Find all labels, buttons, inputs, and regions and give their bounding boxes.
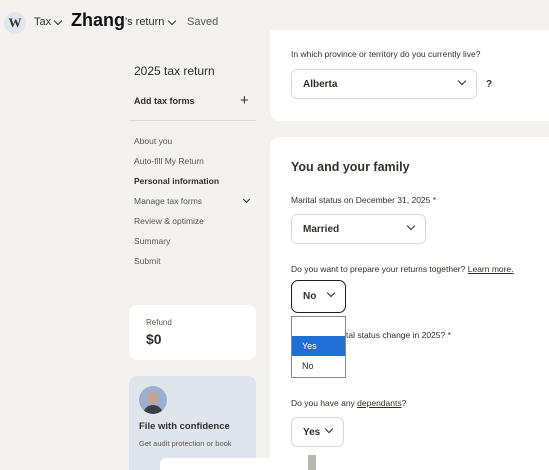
add-tax-forms-label[interactable]: Add tax forms <box>134 96 195 106</box>
tax-menu-label: Tax <box>34 16 52 28</box>
dependants-select[interactable]: Yes <box>291 417 344 447</box>
plus-icon[interactable]: + <box>240 92 249 109</box>
chevron-down-icon <box>326 288 336 298</box>
tax-menu[interactable]: Tax <box>34 16 63 28</box>
divider <box>129 120 256 121</box>
province-card: In which province or territory do you cu… <box>270 30 549 121</box>
chevron-down-icon <box>168 16 177 25</box>
sidebar-item-label: Submit <box>134 256 161 266</box>
sidebar-item-review-optimize[interactable]: Review & optimize <box>134 211 256 231</box>
prepare-together-options: Yes No <box>291 316 346 378</box>
province-question: In which province or territory do you cu… <box>291 49 481 59</box>
sidebar-item-auto-fill[interactable]: Auto-fill My Return <box>134 151 256 171</box>
sidebar-item-summary[interactable]: Summary <box>134 231 256 251</box>
sidebar-item-label: About you <box>134 136 173 146</box>
refund-value: $0 <box>146 331 162 347</box>
bottom-bar <box>160 458 305 470</box>
question-text: ? <box>401 398 407 408</box>
refund-label: Refund <box>146 318 172 327</box>
scrollbar[interactable] <box>308 455 316 470</box>
confidence-text: Get audit protection or book <box>139 439 232 448</box>
question-text: Do you want to prepare your returns toge… <box>291 264 466 274</box>
sidebar-item-label: Summary <box>134 236 171 246</box>
marital-status-select[interactable]: Married <box>291 214 426 244</box>
option-no[interactable]: No <box>292 356 345 376</box>
confidence-card[interactable]: File with confidence Get audit protectio… <box>129 376 256 470</box>
confidence-title: File with confidence <box>139 421 230 432</box>
wealthsimple-logo[interactable]: W <box>4 12 26 34</box>
family-card: You and your family Marital status on De… <box>270 137 549 470</box>
marital-status-value: Married <box>303 223 340 235</box>
avatar <box>139 386 167 414</box>
sidebar-item-about-you[interactable]: About you <box>134 131 256 151</box>
refund-card: Refund $0 <box>129 305 256 360</box>
sidebar-title: 2025 tax return <box>134 64 215 78</box>
status-change-question: tal status change in 2025? * <box>346 330 451 340</box>
province-select[interactable]: Alberta <box>291 69 477 99</box>
dependants-question: Do you have any dependants? <box>291 398 406 408</box>
dependants-value: Yes <box>303 426 321 438</box>
chevron-down-icon <box>406 221 416 231</box>
marital-status-question: Marital status on December 31, 2025 * <box>291 195 437 205</box>
save-status: Saved <box>187 16 219 28</box>
chevron-down-icon <box>242 195 251 204</box>
return-menu[interactable]: 's return <box>125 16 177 28</box>
prepare-together-question: Do you want to prepare your returns toge… <box>291 264 514 274</box>
user-name: Zhang <box>71 10 125 30</box>
sidebar-nav: About you Auto-fill My Return Personal i… <box>134 131 256 271</box>
question-text: Do you have any <box>291 398 358 408</box>
chevron-down-icon <box>324 424 334 434</box>
province-select-value: Alberta <box>303 78 338 90</box>
return-menu-label: 's return <box>125 16 165 28</box>
sidebar-item-label: Personal information <box>134 176 220 186</box>
sidebar-item-label: Review & optimize <box>134 216 204 226</box>
help-icon[interactable]: ? <box>486 79 492 90</box>
prepare-together-value: No <box>303 291 317 302</box>
sidebar-item-manage-tax-forms[interactable]: Manage tax forms <box>134 191 256 211</box>
section-title: You and your family <box>291 160 410 174</box>
sidebar-item-submit[interactable]: Submit <box>134 251 256 271</box>
sidebar-item-label: Manage tax forms <box>134 196 203 206</box>
sidebar-item-label: Auto-fill My Return <box>134 156 204 166</box>
chevron-down-icon <box>457 76 467 86</box>
sidebar-item-personal-information[interactable]: Personal information <box>134 171 256 191</box>
learn-more-link[interactable]: Learn more. <box>468 264 514 274</box>
dependants-link[interactable]: dependants <box>357 398 401 408</box>
option-yes[interactable]: Yes <box>292 336 345 356</box>
prepare-together-select[interactable]: No <box>291 280 346 313</box>
chevron-down-icon <box>53 16 63 25</box>
